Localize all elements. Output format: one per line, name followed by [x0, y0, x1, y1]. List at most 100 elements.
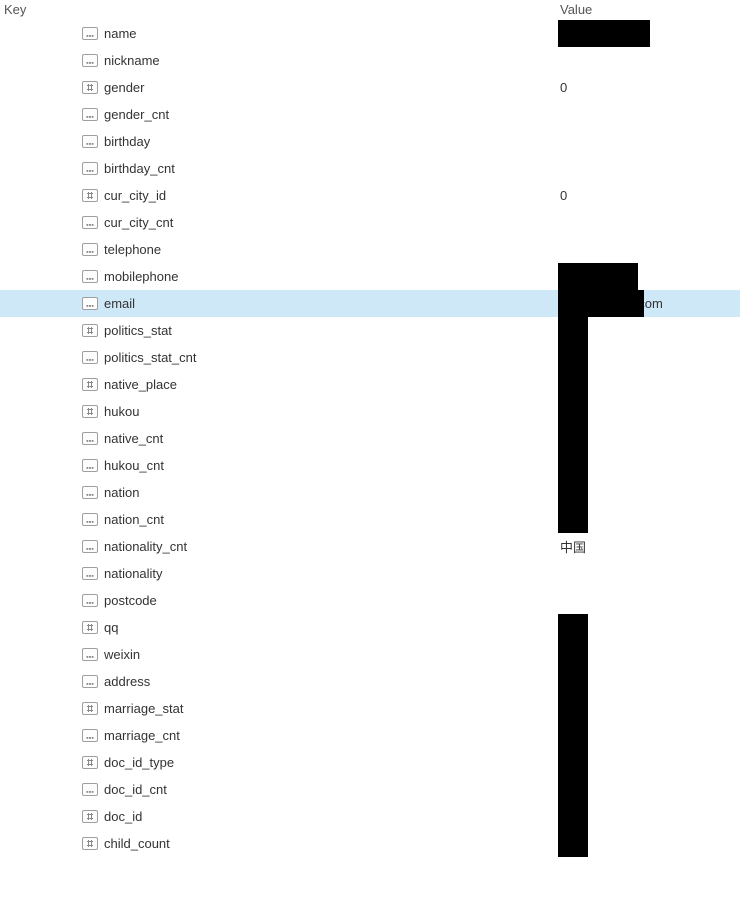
redaction-block — [558, 749, 588, 776]
value-text: 0 — [560, 80, 567, 95]
key-cell: postcode — [82, 593, 560, 608]
key-cell: hukou — [82, 404, 560, 419]
table-row[interactable]: doc_id_cnt — [0, 776, 740, 803]
string-type-icon — [82, 783, 98, 796]
table-row[interactable]: native_cnt — [0, 425, 740, 452]
string-type-icon — [82, 486, 98, 499]
number-type-icon — [82, 837, 98, 850]
table-row[interactable]: nation_cnt — [0, 506, 740, 533]
table-row[interactable]: gender_cnt — [0, 101, 740, 128]
key-cell: birthday — [82, 134, 560, 149]
table-row[interactable]: marriage_cnt — [0, 722, 740, 749]
key-cell: name — [82, 26, 560, 41]
redaction-block — [558, 398, 588, 425]
redaction-block — [558, 614, 588, 641]
redaction-block — [558, 695, 588, 722]
redaction-block — [558, 506, 588, 533]
redaction-block — [558, 803, 588, 830]
key-label: doc_id_type — [104, 755, 174, 770]
string-type-icon — [82, 675, 98, 688]
table-row[interactable]: postcode — [0, 587, 740, 614]
table-row[interactable]: politics_stat — [0, 317, 740, 344]
table-row[interactable]: email @qq.com — [0, 290, 740, 317]
table-header: Key Value — [0, 0, 740, 20]
key-label: cur_city_cnt — [104, 215, 173, 230]
value-cell — [560, 128, 740, 155]
key-label: doc_id — [104, 809, 142, 824]
redaction-block — [558, 290, 644, 317]
value-cell — [560, 398, 740, 425]
key-label: address — [104, 674, 150, 689]
value-cell — [560, 722, 740, 749]
key-label: cur_city_id — [104, 188, 166, 203]
key-cell: cur_city_id — [82, 188, 560, 203]
key-label: nationality — [104, 566, 163, 581]
table-row[interactable]: hukou — [0, 398, 740, 425]
key-label: marriage_stat — [104, 701, 183, 716]
table-row[interactable]: marriage_stat — [0, 695, 740, 722]
number-type-icon — [82, 405, 98, 418]
value-cell — [560, 776, 740, 803]
table-row[interactable]: telephone — [0, 236, 740, 263]
key-cell: politics_stat — [82, 323, 560, 338]
table-row[interactable]: name — [0, 20, 740, 47]
redaction-block — [558, 317, 588, 344]
table-row[interactable]: doc_id — [0, 803, 740, 830]
key-label: birthday_cnt — [104, 161, 175, 176]
table-row[interactable]: address — [0, 668, 740, 695]
string-type-icon — [82, 459, 98, 472]
value-cell — [560, 47, 740, 74]
value-cell — [560, 695, 740, 722]
table-row[interactable]: qq — [0, 614, 740, 641]
table-row[interactable]: gender0 — [0, 74, 740, 101]
table-row[interactable]: birthday — [0, 128, 740, 155]
value-cell — [560, 371, 740, 398]
key-cell: nation_cnt — [82, 512, 560, 527]
table-row[interactable]: hukou_cnt — [0, 452, 740, 479]
key-cell: gender_cnt — [82, 107, 560, 122]
table-row[interactable]: nationality — [0, 560, 740, 587]
key-cell: nationality_cnt — [82, 539, 560, 554]
value-text: 0 — [560, 188, 567, 203]
table-row[interactable]: cur_city_cnt — [0, 209, 740, 236]
table-row[interactable]: child_count — [0, 830, 740, 857]
header-key[interactable]: Key — [0, 2, 560, 17]
key-label: child_count — [104, 836, 170, 851]
value-cell — [560, 155, 740, 182]
key-cell: doc_id_type — [82, 755, 560, 770]
redaction-block — [558, 371, 588, 398]
table-row[interactable]: weixin — [0, 641, 740, 668]
table-row[interactable]: doc_id_type — [0, 749, 740, 776]
key-cell: gender — [82, 80, 560, 95]
table-row[interactable]: nation — [0, 479, 740, 506]
number-type-icon — [82, 378, 98, 391]
string-type-icon — [82, 648, 98, 661]
key-label: politics_stat_cnt — [104, 350, 197, 365]
string-type-icon — [82, 351, 98, 364]
string-type-icon — [82, 216, 98, 229]
header-value[interactable]: Value — [560, 2, 740, 17]
table-row[interactable]: cur_city_id 0 — [0, 182, 740, 209]
table-row[interactable]: native_place — [0, 371, 740, 398]
key-label: hukou — [104, 404, 139, 419]
number-type-icon — [82, 189, 98, 202]
value-cell — [560, 209, 740, 236]
value-cell — [560, 749, 740, 776]
key-label: email — [104, 296, 135, 311]
table-row[interactable]: politics_stat_cnt — [0, 344, 740, 371]
table-row[interactable]: nationality_cnt中国 — [0, 533, 740, 560]
value-cell — [560, 344, 740, 371]
redaction-block — [558, 830, 588, 857]
redaction-block — [558, 479, 588, 506]
table-row[interactable]: nickname — [0, 47, 740, 74]
table-row[interactable]: birthday_cnt — [0, 155, 740, 182]
key-label: hukou_cnt — [104, 458, 164, 473]
key-cell: native_cnt — [82, 431, 560, 446]
table-row[interactable]: mobilephone 3 — [0, 263, 740, 290]
number-type-icon — [82, 810, 98, 823]
string-type-icon — [82, 567, 98, 580]
string-type-icon — [82, 162, 98, 175]
redaction-block — [558, 263, 638, 290]
key-cell: nickname — [82, 53, 560, 68]
key-label: doc_id_cnt — [104, 782, 167, 797]
